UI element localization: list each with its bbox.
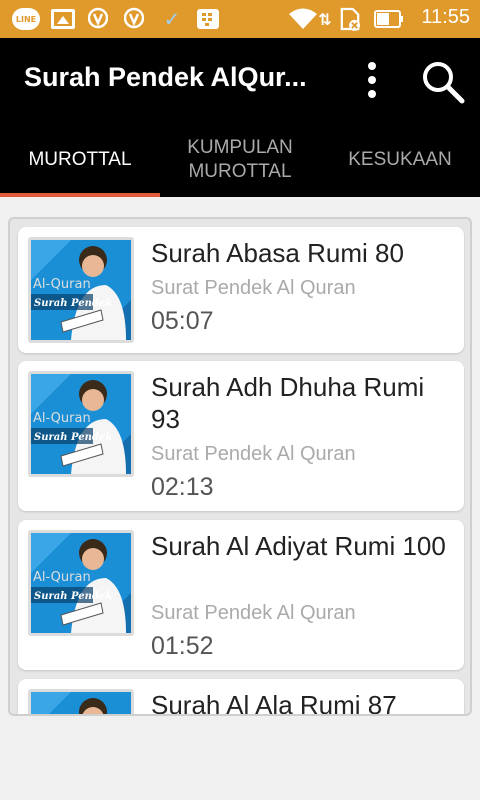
wifi-icon xyxy=(288,7,318,31)
list-item[interactable]: Al-Quran Surah Pendek Surah Al Adiyat Ru… xyxy=(18,520,464,670)
thumb-text-1: Al-Quran xyxy=(33,277,91,292)
sim-icon xyxy=(340,7,360,31)
tab-label: MUROTTAL xyxy=(28,148,132,170)
list-item[interactable]: Al-Quran Surah Pendek Surah Adh Dhuha Ru… xyxy=(18,361,464,511)
thumb-text-1: Al-Quran xyxy=(33,570,91,585)
tab-murottal[interactable]: MUROTTAL xyxy=(0,122,160,197)
tab-indicator xyxy=(0,193,160,197)
thumb-text-2: Surah Pendek xyxy=(34,298,112,309)
tab-bar: MUROTTAL KUMPULAN MUROTTAL KESUKAAN xyxy=(0,122,480,197)
vpn-shield-icon xyxy=(88,7,108,29)
item-title: Surah Al Adiyat Rumi 100 xyxy=(151,531,446,561)
app-title: Surah Pendek AlQur... xyxy=(24,62,307,92)
tab-label: KUMPULAN MUROTTAL xyxy=(187,136,293,182)
line-label: LINE xyxy=(15,14,37,24)
tab-label: KESUKAAN xyxy=(348,148,452,170)
bottom-area xyxy=(0,725,480,800)
overflow-menu-icon[interactable] xyxy=(358,60,386,100)
item-title: Surah Al Ala Rumi 87 xyxy=(151,690,397,716)
item-subtitle: Surat Pendek Al Quran xyxy=(151,443,356,465)
tab-kumpulan-murottal[interactable]: KUMPULAN MUROTTAL xyxy=(160,122,320,197)
thumbnail-image: Al-Quran Surah Pendek xyxy=(28,237,134,343)
clock: 11:55 xyxy=(421,6,470,28)
line-icon: LINE xyxy=(12,8,40,30)
item-duration: 02:13 xyxy=(151,473,214,501)
thumbnail-image xyxy=(28,689,134,714)
data-arrows-icon: ⇅ xyxy=(318,9,332,29)
item-subtitle: Surat Pendek Al Quran xyxy=(151,277,356,299)
item-duration: 01:52 xyxy=(151,632,214,660)
thumb-text-2: Surah Pendek xyxy=(34,591,112,602)
item-title: Surah Adh Dhuha Rumi 93 xyxy=(151,372,425,434)
item-subtitle: Surat Pendek Al Quran xyxy=(151,602,356,624)
list-item[interactable]: Surah Al Ala Rumi 87 xyxy=(18,679,464,716)
check-icon: ✓ xyxy=(163,7,181,31)
app-bar: Surah Pendek AlQur... xyxy=(0,38,480,122)
battery-icon xyxy=(374,10,404,28)
thumbnail-image: Al-Quran Surah Pendek xyxy=(28,530,134,636)
thumb-text-2: Surah Pendek xyxy=(34,432,112,443)
thumbnail-image: Al-Quran Surah Pendek xyxy=(28,371,134,477)
thumb-text-1: Al-Quran xyxy=(33,411,91,426)
status-bar: LINE ✓ ⇅ 11:55 xyxy=(0,0,480,38)
surah-list[interactable]: Al-Quran Surah Pendek Surah Abasa Rumi 8… xyxy=(8,217,472,716)
list-item[interactable]: Al-Quran Surah Pendek Surah Abasa Rumi 8… xyxy=(18,227,464,353)
bbm-icon xyxy=(197,9,219,29)
item-title: Surah Abasa Rumi 80 xyxy=(151,238,404,268)
tab-kesukaan[interactable]: KESUKAAN xyxy=(320,122,480,197)
gallery-icon xyxy=(51,9,75,29)
vpn-shield-icon xyxy=(124,7,144,29)
item-duration: 05:07 xyxy=(151,307,214,335)
search-icon[interactable] xyxy=(420,60,466,104)
